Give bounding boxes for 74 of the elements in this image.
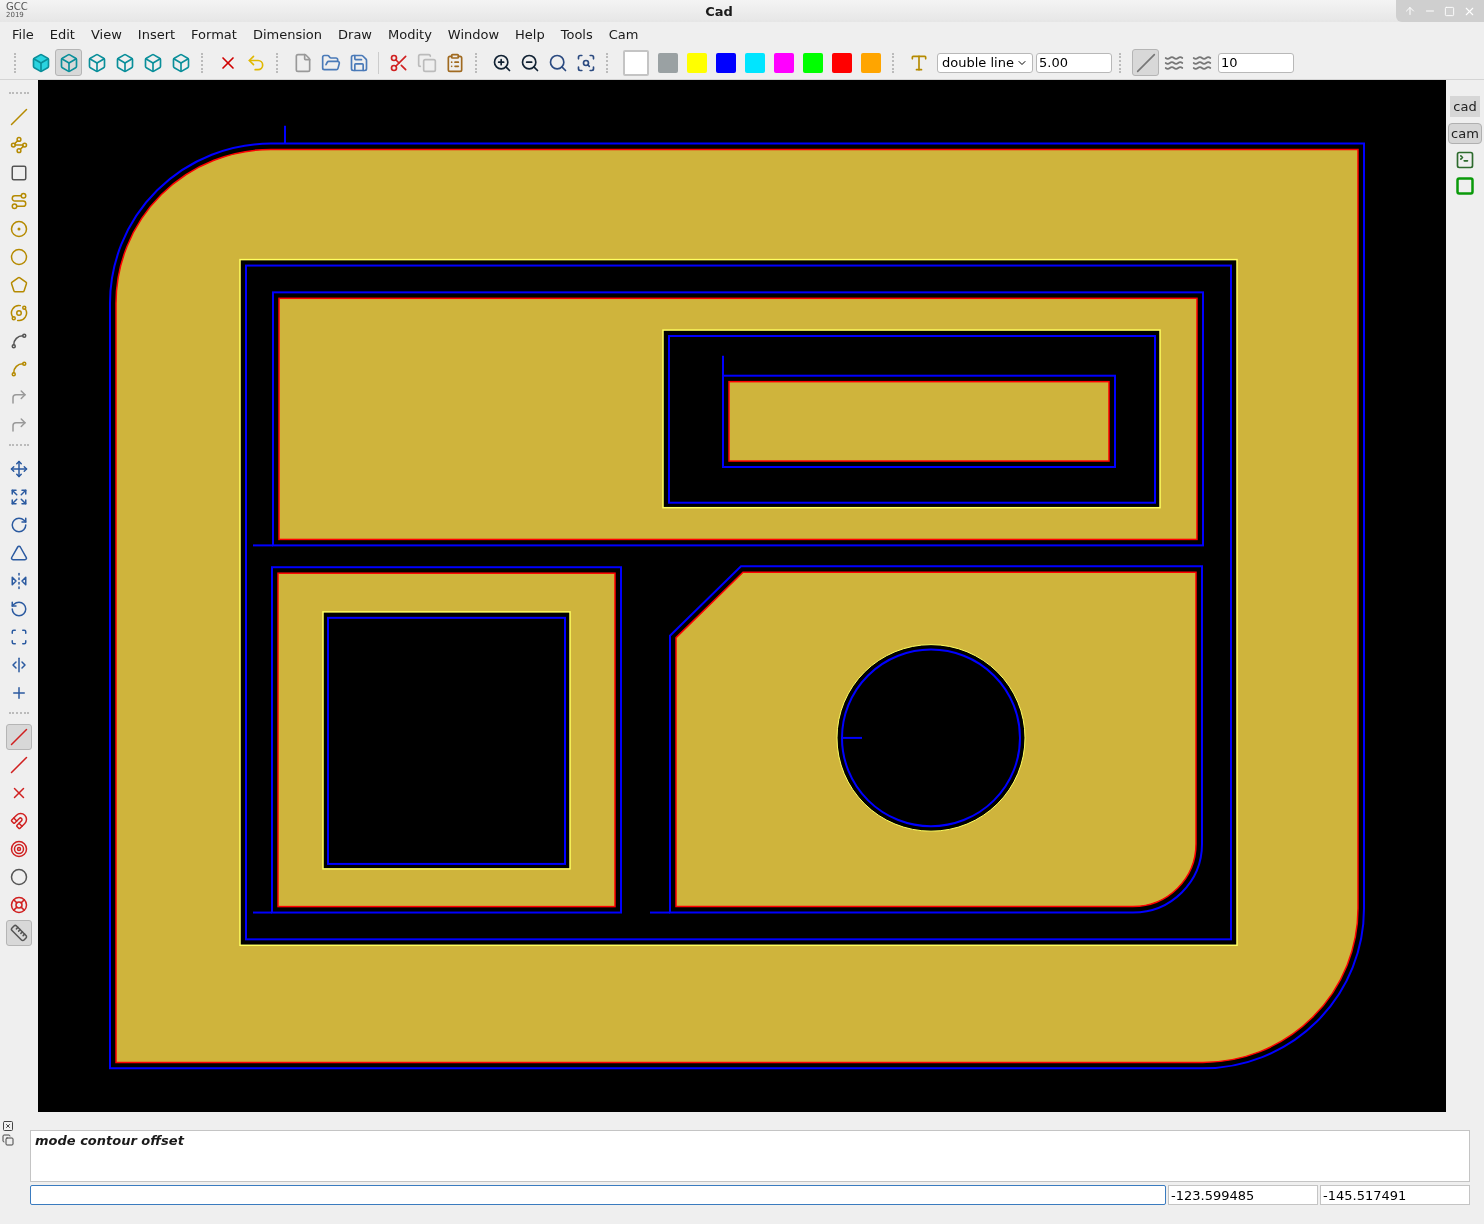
drawing-canvas[interactable] [38,80,1446,1112]
color-swatch[interactable] [687,52,707,73]
menu-item[interactable]: Tools [552,26,601,42]
square-icon[interactable] [1455,176,1475,196]
circle-icon [10,220,28,238]
menu-item[interactable]: Window [439,26,508,42]
solid-line-button[interactable] [1132,49,1159,76]
point-chain-icon [10,192,28,210]
menu-item[interactable]: Insert [129,26,184,42]
terminal-icon[interactable] [1455,150,1475,170]
wireframe-cube-button[interactable] [55,49,82,76]
menu-item[interactable]: Modity [380,26,440,42]
line-icon [10,108,28,126]
rectangle-icon [10,164,28,182]
color-swatch[interactable] [803,52,823,73]
polyline-icon [10,136,28,154]
wireframe-cube-icon [58,52,79,73]
undo-icon [245,52,266,73]
color-swatch[interactable] [623,49,649,76]
menu-item[interactable]: Help [507,26,553,42]
copy-icon [416,52,437,73]
wireframe-cube-icon [114,52,135,73]
float-icon[interactable] [2,1134,14,1146]
menu-item[interactable]: Edit [41,26,83,42]
menu-item[interactable]: Draw [330,26,380,42]
console-message: mode contour offset [30,1130,1470,1182]
line-width-field[interactable]: 5.00 [1036,52,1112,73]
wireframe-cube-icon [86,52,107,73]
window-title: Cad [704,3,734,19]
line-style-select[interactable]: double line [937,52,1033,73]
color-swatch[interactable] [774,52,794,73]
color-swatch[interactable] [861,52,881,73]
color-swatch[interactable] [832,52,852,73]
menu-item[interactable]: Format [183,26,245,42]
snap-ortho-button[interactable] [6,920,32,946]
solid-line-icon [1135,52,1156,73]
zoom-window-icon [575,52,596,73]
dash-length-field[interactable]: 10 [1218,52,1294,73]
x-coordinate-field[interactable]: -123.599485 [1168,1185,1318,1205]
color-swatch[interactable] [658,52,678,73]
zoom-in-icon [491,52,512,73]
wireframe-cube-icon [170,52,191,73]
panel-tab[interactable]: cam [1448,123,1482,144]
arc-icon [10,360,28,378]
circle-icon [10,248,28,266]
mirror-icon [10,572,28,590]
close-icon[interactable] [2,1120,14,1132]
y-coordinate-field[interactable]: -145.517491 [1320,1185,1470,1205]
cut-icon [388,52,409,73]
menu-item[interactable]: Cam [600,26,647,42]
move-icon [10,460,28,478]
wireframe-cube-icon [142,52,163,73]
zoom-fit-icon [547,52,568,73]
snap-endpoint-button[interactable] [6,724,32,750]
zoom-out-icon [519,52,540,73]
open-folder-icon [320,52,341,73]
rotate-icon [10,600,28,618]
arrow-up-icon [1404,5,1416,17]
spline-icon [10,332,28,350]
solid-cube-icon [30,52,51,73]
cross-icon [10,684,28,702]
color-swatch[interactable] [745,52,765,73]
menu-item[interactable]: View [82,26,130,42]
polygon-icon [10,276,28,294]
scale-window-icon [10,628,28,646]
menu-item[interactable]: File [4,26,42,42]
panel-tab[interactable]: cad [1450,96,1480,117]
menu-item[interactable]: Dimension [244,26,331,42]
split-icon [10,656,28,674]
color-swatch[interactable] [716,52,736,73]
maximize-icon [1444,5,1455,17]
command-input[interactable] [30,1185,1166,1205]
save-icon [348,52,369,73]
scale-icon [10,488,28,506]
